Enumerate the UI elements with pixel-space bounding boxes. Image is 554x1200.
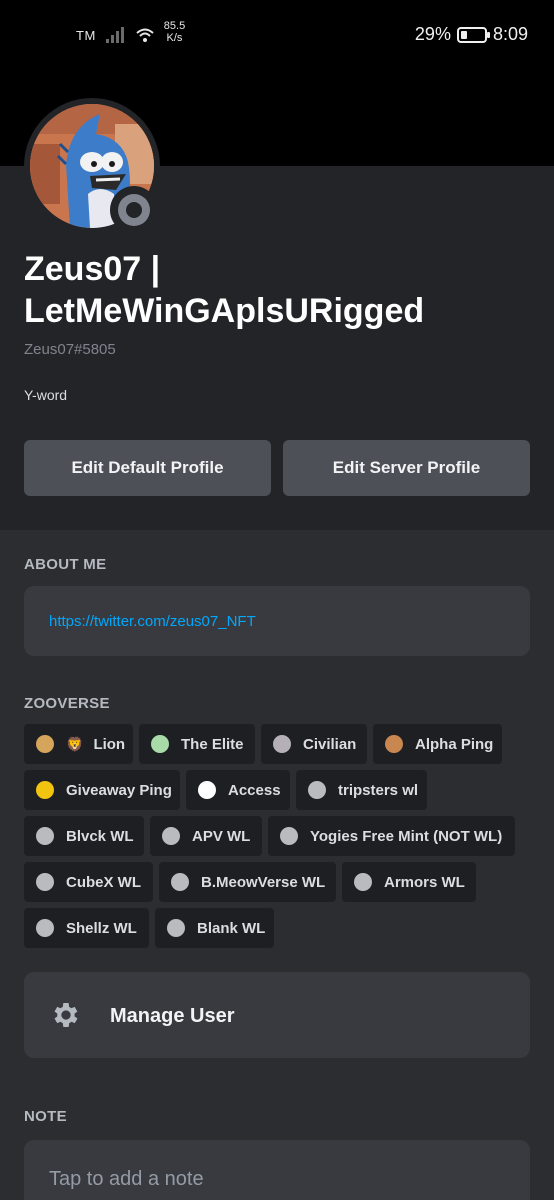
- manage-user-button[interactable]: Manage User: [24, 972, 530, 1058]
- network-speed: 85.5 K/s: [164, 20, 185, 44]
- role-label: Blvck WL: [66, 827, 134, 845]
- role-label: tripsters wl: [338, 781, 419, 799]
- role-chip[interactable]: Armors WL: [342, 862, 476, 902]
- role-color-dot: [171, 873, 189, 891]
- gear-icon: [54, 1003, 78, 1027]
- role-chip[interactable]: The Elite: [139, 724, 255, 764]
- custom-status: Y-word: [24, 387, 68, 403]
- role-chip[interactable]: CubeX WL: [24, 862, 153, 902]
- role-chip[interactable]: APV WL: [150, 816, 262, 856]
- role-chip[interactable]: tripsters wl: [296, 770, 427, 810]
- role-label: Yogies Free Mint (NOT WL): [310, 827, 503, 845]
- about-me-link[interactable]: https://twitter.com/zeus07_NFT: [49, 613, 256, 630]
- battery-icon: [456, 26, 490, 43]
- role-chip[interactable]: 🦁 Lion: [24, 724, 133, 764]
- network-speed-unit: K/s: [166, 32, 183, 44]
- edit-server-profile-button[interactable]: Edit Server Profile: [283, 440, 530, 496]
- user-tag: Zeus07#5805: [24, 341, 116, 358]
- role-color-dot: [151, 735, 169, 753]
- about-me-heading: ABOUT ME: [24, 556, 107, 573]
- manage-user-label: Manage User: [110, 1005, 235, 1027]
- role-chip[interactable]: Blvck WL: [24, 816, 144, 856]
- role-color-dot: [354, 873, 372, 891]
- wifi-icon: [136, 28, 154, 42]
- role-chip[interactable]: Access: [186, 770, 290, 810]
- role-color-dot: [36, 919, 54, 937]
- role-label: Civilian: [303, 735, 357, 753]
- status-bar: TM 85.5 K/s 29% 8:09: [0, 0, 554, 70]
- signal-icon: [105, 27, 126, 43]
- role-label: Shellz WL: [66, 919, 137, 937]
- role-color-dot: [273, 735, 291, 753]
- role-color-dot: [36, 827, 54, 845]
- role-color-dot: [36, 781, 54, 799]
- note-card: [24, 1140, 530, 1200]
- role-chip[interactable]: Blank WL: [155, 908, 274, 948]
- role-lion-icon: 🦁: [66, 735, 84, 752]
- battery-percent: 29%: [414, 24, 451, 44]
- role-label: Alpha Ping: [415, 735, 494, 753]
- note-input[interactable]: [49, 1168, 489, 1191]
- edit-default-profile-button[interactable]: Edit Default Profile: [24, 440, 271, 496]
- role-chip[interactable]: Civilian: [261, 724, 367, 764]
- role-chip[interactable]: Yogies Free Mint (NOT WL): [268, 816, 515, 856]
- role-color-dot: [280, 827, 298, 845]
- role-color-dot: [167, 919, 185, 937]
- role-color-dot: [308, 781, 326, 799]
- network-speed-value: 85.5: [163, 20, 186, 32]
- role-label: Lion: [93, 735, 126, 753]
- role-chip[interactable]: B.MeowVerse WL: [159, 862, 336, 902]
- role-color-dot: [36, 873, 54, 891]
- role-label: The Elite: [181, 735, 244, 753]
- role-color-dot: [162, 827, 180, 845]
- carrier-label: TM: [76, 27, 96, 43]
- role-chip[interactable]: Shellz WL: [24, 908, 149, 948]
- note-heading: NOTE: [24, 1108, 67, 1125]
- role-color-dot: [385, 735, 403, 753]
- role-chip[interactable]: Alpha Ping: [373, 724, 502, 764]
- clock: 8:09: [492, 24, 528, 44]
- role-label: APV WL: [192, 827, 251, 845]
- role-color-dot: [36, 735, 54, 753]
- about-me-card: https://twitter.com/zeus07_NFT: [24, 586, 530, 656]
- role-label: Giveaway Ping: [66, 781, 172, 799]
- roles-heading: ZOOVERSE: [24, 695, 110, 712]
- role-label: CubeX WL: [66, 873, 141, 891]
- role-label: Access: [228, 781, 281, 799]
- role-chip[interactable]: Giveaway Ping: [24, 770, 180, 810]
- role-color-dot: [198, 781, 216, 799]
- presence-offline-indicator: [110, 186, 158, 234]
- role-label: B.MeowVerse WL: [201, 873, 326, 891]
- role-label: Armors WL: [384, 873, 465, 891]
- display-name: Zeus07 | LetMeWinGAplsURigged: [24, 250, 425, 330]
- role-label: Blank WL: [197, 919, 266, 937]
